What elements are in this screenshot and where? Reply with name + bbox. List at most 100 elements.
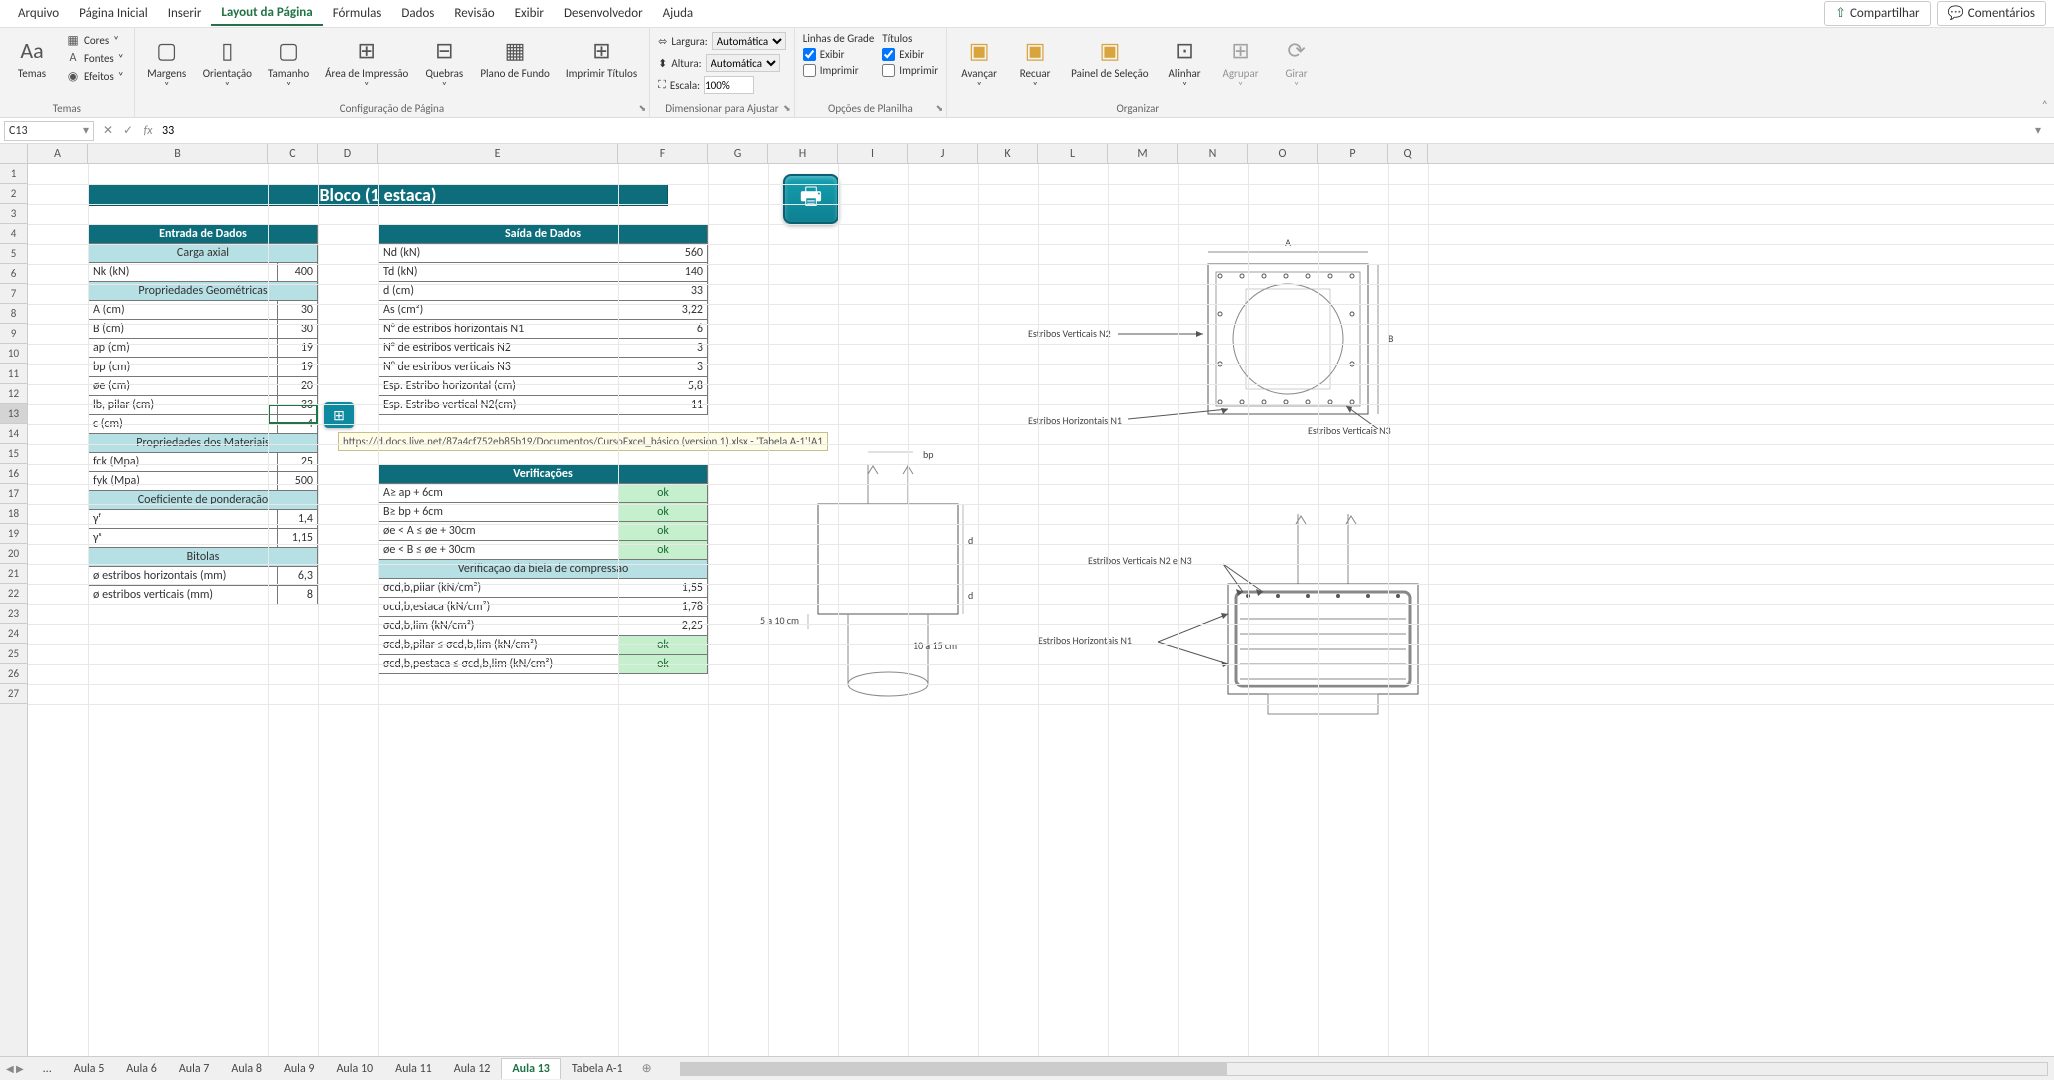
col-header-L[interactable]: L [1038, 144, 1108, 163]
row-header-10[interactable]: 10 [0, 344, 27, 364]
geo-b-value[interactable]: 30 [277, 320, 317, 339]
row-header-22[interactable]: 22 [0, 584, 27, 604]
menu-dados[interactable]: Dados [391, 2, 444, 25]
estribo-h-label[interactable]: ø estribos horizontais (mm) [89, 567, 278, 586]
menu-inicio[interactable]: Página Inicial [69, 2, 158, 25]
margens-button[interactable]: ▢Margens˅ [143, 32, 191, 93]
avancar-button[interactable]: ▣Avançar˅ [955, 32, 1003, 93]
largura-select[interactable]: Automática [712, 32, 786, 50]
formula-input[interactable] [158, 121, 2028, 141]
share-button[interactable]: ⇧Compartilhar [1824, 1, 1930, 26]
col-header-M[interactable]: M [1108, 144, 1178, 163]
n3-value[interactable]: 3 [619, 358, 708, 377]
row-header-11[interactable]: 11 [0, 364, 27, 384]
col-header-P[interactable]: P [1318, 144, 1388, 163]
geo-lb-value[interactable]: 33 [277, 396, 317, 415]
name-box[interactable]: C13▾ [4, 121, 94, 141]
verif-b-result[interactable]: ok [619, 503, 708, 522]
geo-b-label[interactable]: B (cm) [89, 320, 278, 339]
menu-arquivo[interactable]: Arquivo [8, 2, 69, 25]
sheet-nav-more[interactable]: ... [32, 1058, 63, 1079]
menu-layout[interactable]: Layout da Página [211, 1, 322, 26]
row-header-7[interactable]: 7 [0, 284, 27, 304]
row-header-1[interactable]: 1 [0, 164, 27, 184]
td-value[interactable]: 140 [619, 263, 708, 282]
biela-chk1-label[interactable]: σcd,b,pilar ≤ σcd,b,lim (kN/cm²) [379, 636, 619, 655]
n1-label[interactable]: N° de estribos horizontais N1 [379, 320, 619, 339]
row-header-13[interactable]: 13 [0, 404, 27, 424]
alinhar-button[interactable]: ⊡Alinhar˅ [1161, 32, 1209, 93]
menu-ajuda[interactable]: Ajuda [653, 2, 704, 25]
col-header-N[interactable]: N [1178, 144, 1248, 163]
tab-aula-13[interactable]: Aula 13 [501, 1058, 560, 1079]
biela-lim-value[interactable]: 2,25 [619, 617, 708, 636]
fyk-value[interactable]: 500 [277, 472, 317, 491]
esp-v-value[interactable]: 11 [619, 396, 708, 415]
row-header-4[interactable]: 4 [0, 224, 27, 244]
opcoes-launcher[interactable]: ⬊ [936, 103, 944, 114]
area-impressao-button[interactable]: ⊞Área de Impressão˅ [321, 32, 412, 93]
row-header-14[interactable]: 14 [0, 424, 27, 444]
row-header-25[interactable]: 25 [0, 644, 27, 664]
geo-ap-label[interactable]: ap (cm) [89, 339, 278, 358]
menu-formulas[interactable]: Fórmulas [323, 2, 392, 25]
estribo-h-value[interactable]: 6,3 [277, 567, 317, 586]
row-header-5[interactable]: 5 [0, 244, 27, 264]
recuar-button[interactable]: ▣Recuar˅ [1011, 32, 1059, 93]
fx-button[interactable]: fx [138, 124, 158, 138]
cores-button[interactable]: ▦Cores ˅ [64, 32, 126, 48]
col-header-G[interactable]: G [708, 144, 768, 163]
row-header-24[interactable]: 24 [0, 624, 27, 644]
col-header-B[interactable]: B [88, 144, 268, 163]
geo-bp-label[interactable]: bp (cm) [89, 358, 278, 377]
row-header-20[interactable]: 20 [0, 544, 27, 564]
select-all-corner[interactable] [0, 144, 28, 163]
row-header-12[interactable]: 12 [0, 384, 27, 404]
col-header-E[interactable]: E [378, 144, 618, 163]
tab-aula-8[interactable]: Aula 8 [220, 1058, 273, 1079]
geo-oe-value[interactable]: 20 [277, 377, 317, 396]
row-header-3[interactable]: 3 [0, 204, 27, 224]
nk-value[interactable]: 400 [277, 263, 317, 282]
biela-estaca-label[interactable]: σcd,b,estaca (kN/cm²) [379, 598, 619, 617]
tab-aula-9[interactable]: Aula 9 [273, 1058, 326, 1079]
menu-desenvolvedor[interactable]: Desenvolvedor [554, 2, 653, 25]
col-header-C[interactable]: C [268, 144, 318, 163]
efeitos-button[interactable]: ◉Efeitos ˅ [64, 68, 126, 84]
titulos-exibir-check[interactable]: Exibir [882, 48, 938, 61]
cells-area[interactable]: Bloco (1 estaca) Entrada de Dados Carga … [28, 164, 2054, 1056]
biela-lim-label[interactable]: σcd,b,lim (kN/cm²) [379, 617, 619, 636]
row-header-9[interactable]: 9 [0, 324, 27, 344]
n2-value[interactable]: 3 [619, 339, 708, 358]
geo-lb-label[interactable]: lb, pilar (cm) [89, 396, 278, 415]
col-header-H[interactable]: H [768, 144, 838, 163]
col-header-J[interactable]: J [908, 144, 978, 163]
tab-aula-6[interactable]: Aula 6 [115, 1058, 168, 1079]
tab-aula-12[interactable]: Aula 12 [443, 1058, 502, 1079]
row-header-16[interactable]: 16 [0, 464, 27, 484]
biela-estaca-value[interactable]: 1,78 [619, 598, 708, 617]
quebras-button[interactable]: ⊟Quebras˅ [420, 32, 468, 93]
titulos-button[interactable]: ⊞Imprimir Títulos [562, 32, 641, 82]
orientacao-button[interactable]: ▯Orientação˅ [199, 32, 256, 93]
tamanho-button[interactable]: ▢Tamanho˅ [264, 32, 313, 93]
menu-exibir[interactable]: Exibir [505, 2, 554, 25]
row-header-2[interactable]: 2 [0, 184, 27, 204]
comments-button[interactable]: 💬Comentários [1937, 1, 2046, 26]
tab-tabela-a-1[interactable]: Tabela A-1 [561, 1058, 634, 1079]
nd-label[interactable]: Nd (kN) [379, 244, 619, 263]
col-header-O[interactable]: O [1248, 144, 1318, 163]
col-header-D[interactable]: D [318, 144, 378, 163]
row-header-19[interactable]: 19 [0, 524, 27, 544]
sheet-nav[interactable]: ◀ ▶ [6, 1062, 32, 1075]
menu-inserir[interactable]: Inserir [158, 2, 212, 25]
expand-formula-bar[interactable]: ▾ [2028, 123, 2048, 138]
col-header-F[interactable]: F [618, 144, 708, 163]
row-header-8[interactable]: 8 [0, 304, 27, 324]
print-button[interactable]: 🖶 [783, 174, 839, 224]
gamma-f-label[interactable]: γᶠ [89, 510, 278, 529]
geo-bp-value[interactable]: 19 [277, 358, 317, 377]
gamma-f-value[interactable]: 1,4 [277, 510, 317, 529]
row-header-6[interactable]: 6 [0, 264, 27, 284]
tab-aula-11[interactable]: Aula 11 [384, 1058, 443, 1079]
